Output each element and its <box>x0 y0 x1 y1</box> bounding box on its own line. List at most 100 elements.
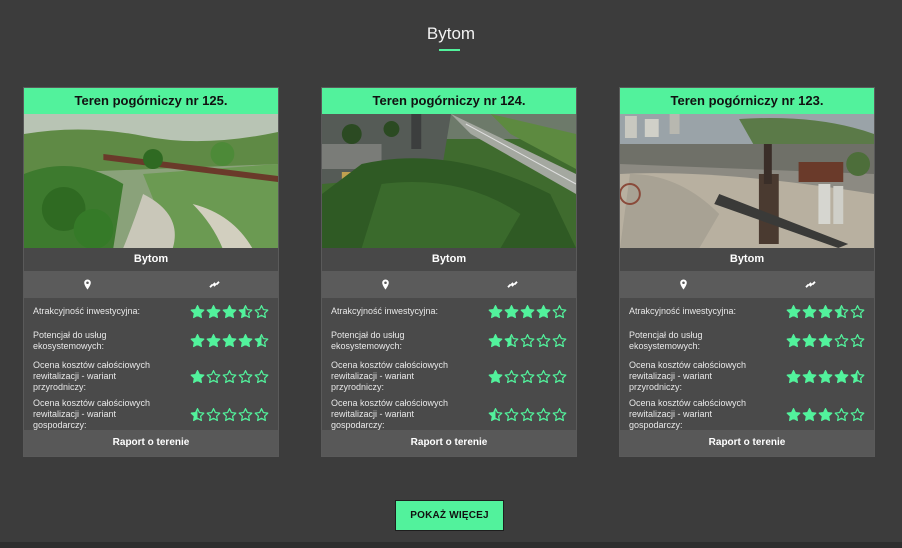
rating-label: Potencjał do usług ekosystemowych: <box>33 329 107 351</box>
star-icon <box>488 369 503 383</box>
star-icon <box>834 369 849 383</box>
star-icon <box>850 407 865 421</box>
aerial-photo-industrial <box>620 114 874 248</box>
satellite-icon[interactable] <box>449 279 576 290</box>
report-button[interactable]: Raport o terenie <box>322 430 576 456</box>
show-more-button[interactable]: POKAŻ WIĘCEJ <box>395 500 504 531</box>
star-icon <box>222 407 237 421</box>
star-icon <box>254 304 269 319</box>
card-city: Bytom <box>322 248 576 271</box>
card-icon-row <box>322 271 576 298</box>
site-card: Teren pogórniczy nr 124. Bytom Atrakcyjn… <box>321 87 577 457</box>
ratings-list: Atrakcyjność inwestycyjna: Potencjał do … <box>322 298 576 433</box>
star-icon <box>818 333 833 348</box>
site-photo[interactable] <box>24 114 278 248</box>
star-icon <box>536 304 551 319</box>
rating-label: Ocena kosztów całościowych rewitalizacji… <box>331 359 449 392</box>
card-icon-row <box>620 271 874 298</box>
satellite-icon[interactable] <box>747 279 874 290</box>
page-title: Bytom <box>426 24 476 43</box>
report-button[interactable]: Raport o terenie <box>24 430 278 456</box>
star-icon <box>552 304 567 319</box>
map-pin-icon[interactable] <box>620 279 747 290</box>
rating-label: Ocena kosztów całościowych rewitalizacji… <box>33 359 151 392</box>
site-photo[interactable] <box>620 114 874 248</box>
star-icon <box>834 304 849 319</box>
card-title[interactable]: Teren pogórniczy nr 125. <box>24 88 278 114</box>
star-icon <box>520 333 535 348</box>
ratings-list: Atrakcyjność inwestycyjna: Potencjał do … <box>620 298 874 433</box>
star-icon <box>786 407 801 421</box>
rating-label: Atrakcyjność inwestycyjna: <box>629 306 737 316</box>
star-icon <box>786 333 801 348</box>
star-icon <box>520 369 535 383</box>
star-icon <box>552 407 567 421</box>
star-icon <box>488 304 503 319</box>
rating-label: Potencjał do usług ekosystemowych: <box>629 329 703 351</box>
star-icon <box>786 304 801 319</box>
rating-row: Ocena kosztów całościowych rewitalizacji… <box>629 395 865 433</box>
star-icon <box>238 407 253 421</box>
star-icon <box>520 407 535 421</box>
footer-strip <box>0 542 902 548</box>
rating-row: Potencjał do usług ekosystemowych: <box>33 324 269 357</box>
star-rating <box>190 369 269 384</box>
star-icon <box>254 333 269 348</box>
star-icon <box>238 369 253 383</box>
star-icon <box>552 369 567 383</box>
rating-label: Ocena kosztów całościowych rewitalizacji… <box>331 397 449 430</box>
site-photo[interactable] <box>322 114 576 248</box>
star-icon <box>206 333 221 348</box>
star-icon <box>536 407 551 421</box>
star-icon <box>504 333 519 348</box>
star-icon <box>488 407 503 421</box>
star-icon <box>834 407 849 421</box>
star-icon <box>818 407 833 421</box>
map-pin-icon[interactable] <box>322 279 449 290</box>
star-icon <box>222 333 237 348</box>
rating-row: Potencjał do usług ekosystemowych: <box>331 324 567 357</box>
star-icon <box>818 304 833 319</box>
rating-row: Ocena kosztów całościowych rewitalizacji… <box>629 357 865 395</box>
rating-row: Ocena kosztów całościowych rewitalizacji… <box>331 395 567 433</box>
star-icon <box>536 369 551 383</box>
star-icon <box>238 304 253 319</box>
star-rating <box>786 369 865 384</box>
star-icon <box>536 333 551 348</box>
star-icon <box>802 304 817 319</box>
star-icon <box>504 304 519 319</box>
card-city: Bytom <box>620 248 874 271</box>
star-icon <box>190 369 205 383</box>
report-button[interactable]: Raport o terenie <box>620 430 874 456</box>
star-icon <box>488 333 503 348</box>
star-icon <box>504 407 519 421</box>
ratings-list: Atrakcyjność inwestycyjna: Potencjał do … <box>24 298 278 433</box>
star-rating <box>190 304 269 319</box>
rating-row: Potencjał do usług ekosystemowych: <box>629 324 865 357</box>
star-icon <box>206 304 221 319</box>
rating-label: Atrakcyjność inwestycyjna: <box>33 306 141 316</box>
rating-label: Potencjał do usług ekosystemowych: <box>331 329 405 351</box>
card-title[interactable]: Teren pogórniczy nr 124. <box>322 88 576 114</box>
card-icon-row <box>24 271 278 298</box>
star-rating <box>488 369 567 384</box>
star-icon <box>206 407 221 421</box>
star-icon <box>802 407 817 421</box>
star-icon <box>254 407 269 421</box>
rating-label: Ocena kosztów całościowych rewitalizacji… <box>33 397 151 430</box>
rating-row: Atrakcyjność inwestycyjna: <box>33 299 269 324</box>
site-card: Teren pogórniczy nr 123. Bytom Atrakcyjn… <box>619 87 875 457</box>
card-title[interactable]: Teren pogórniczy nr 123. <box>620 88 874 114</box>
star-rating <box>488 333 567 348</box>
title-underline <box>439 49 460 51</box>
star-icon <box>786 369 801 383</box>
rating-label: Ocena kosztów całościowych rewitalizacji… <box>629 359 747 392</box>
satellite-icon[interactable] <box>151 279 278 290</box>
star-icon <box>802 369 817 383</box>
star-rating <box>786 407 865 422</box>
star-rating <box>786 304 865 319</box>
map-pin-icon[interactable] <box>24 279 151 290</box>
star-rating <box>190 407 269 422</box>
aerial-photo-forest <box>24 114 278 248</box>
star-icon <box>222 369 237 383</box>
